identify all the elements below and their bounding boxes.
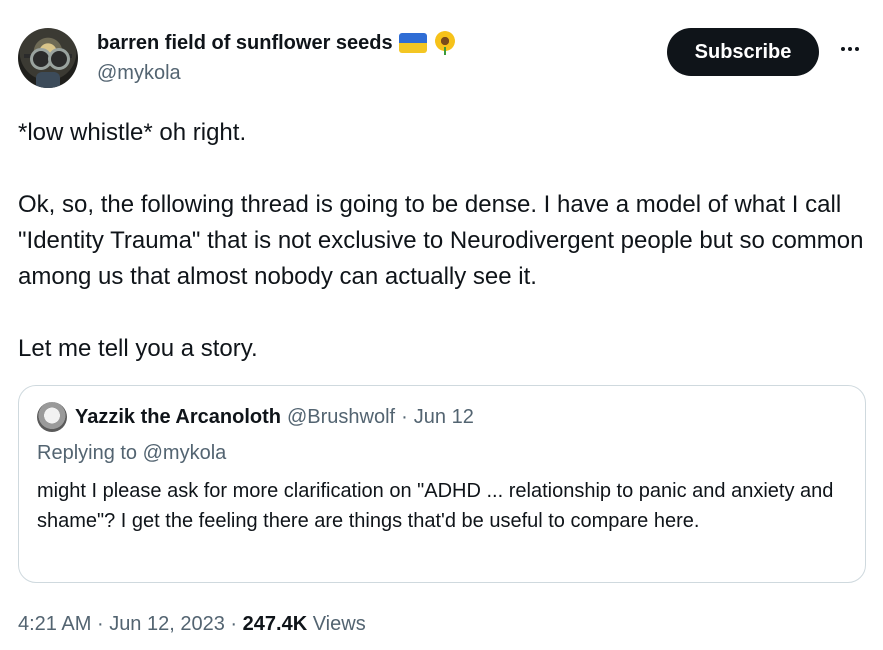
author-avatar[interactable]: [18, 28, 78, 88]
tweet-header: barren field of sunflower seeds @mykola …: [18, 28, 865, 88]
tweet-date[interactable]: Jun 12, 2023: [109, 613, 225, 635]
quoted-author-name[interactable]: Yazzik the Arcanoloth: [75, 406, 281, 429]
tweet-paragraph-3: Let me tell you a story.: [18, 335, 258, 362]
quoted-author-avatar[interactable]: [37, 402, 67, 432]
author-display-name[interactable]: barren field of sunflower seeds: [97, 30, 393, 56]
tweet-paragraph-2: Ok, so, the following thread is going to…: [18, 191, 864, 290]
footer-separator-1: ·: [96, 613, 104, 635]
quoted-date[interactable]: Jun 12: [414, 406, 474, 429]
subscribe-button[interactable]: Subscribe: [667, 28, 819, 76]
tweet-time[interactable]: 4:21 AM: [18, 613, 91, 635]
quoted-tweet[interactable]: Yazzik the Arcanoloth @Brushwolf · Jun 1…: [18, 385, 866, 583]
quoted-tweet-header: Yazzik the Arcanoloth @Brushwolf · Jun 1…: [37, 402, 474, 432]
avatar-goggle-right: [48, 48, 70, 70]
sunflower-icon: [433, 31, 457, 55]
quoted-tweet-text: might I please ask for more clarificatio…: [37, 480, 834, 532]
ellipsis-icon[interactable]: [835, 34, 865, 64]
views-label: Views: [312, 613, 366, 635]
author-display-name-row[interactable]: barren field of sunflower seeds: [97, 30, 457, 56]
footer-separator-2: ·: [230, 613, 238, 635]
avatar-body: [36, 72, 60, 88]
views-count[interactable]: 247.4K: [243, 613, 308, 635]
replying-to: Replying to @mykola: [37, 442, 227, 464]
ukraine-flag-icon: [398, 33, 427, 53]
quoted-separator: ·: [401, 405, 408, 428]
author-names: barren field of sunflower seeds @mykola: [97, 30, 457, 86]
quoted-author-handle[interactable]: @Brushwolf: [287, 406, 395, 429]
author-handle[interactable]: @mykola: [97, 60, 457, 86]
tweet-text: *low whistle* oh right. Ok, so, the foll…: [18, 115, 868, 367]
tweet-paragraph-1: *low whistle* oh right.: [18, 119, 247, 146]
tweet-footer: 4:21 AM · Jun 12, 2023 · 247.4K Views: [18, 610, 366, 638]
